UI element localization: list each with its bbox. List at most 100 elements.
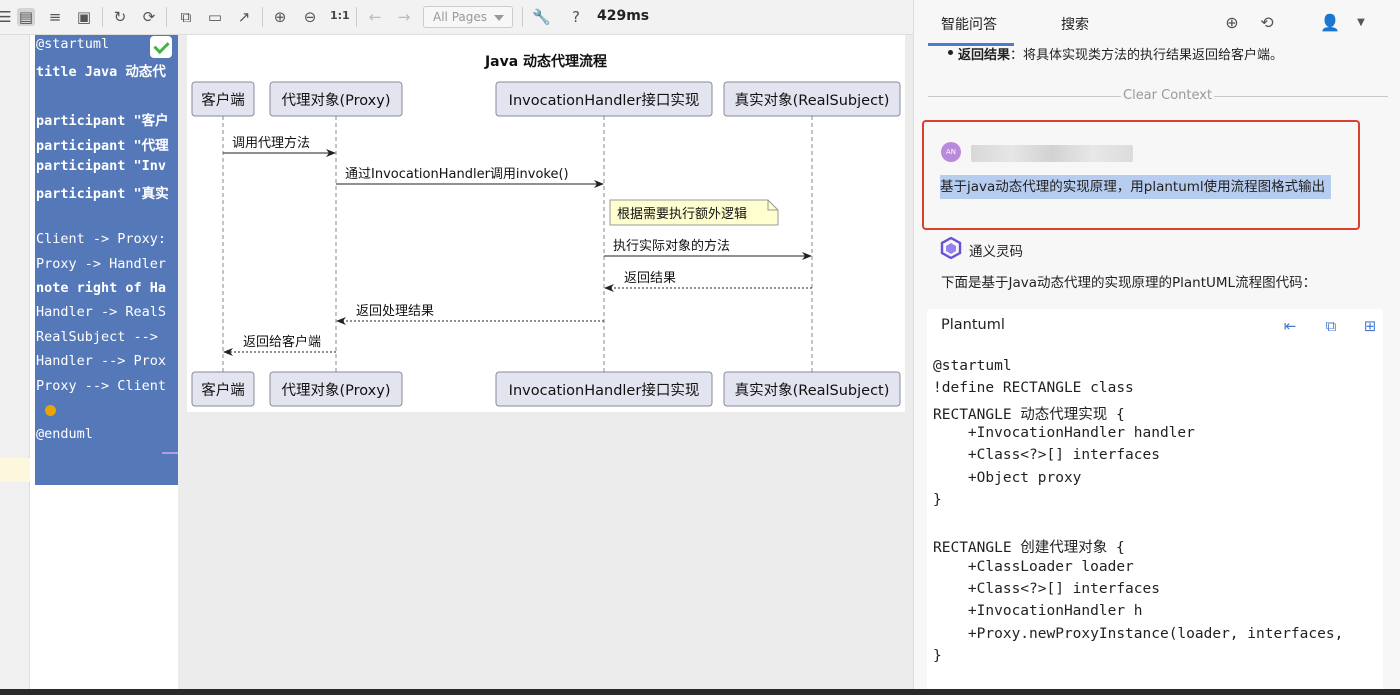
note-text: 根据需要执行额外逻辑 <box>617 207 747 222</box>
participant-label: InvocationHandler接口实现 <box>509 92 700 109</box>
code-line: @startuml <box>933 358 1012 374</box>
editor-line: RealSubject --> <box>36 328 158 345</box>
forward-icon[interactable]: → <box>395 8 413 26</box>
text-view-icon[interactable]: ≡ <box>46 8 64 26</box>
user-icon[interactable]: 👤 <box>1319 12 1341 34</box>
arrow-head <box>604 284 614 292</box>
editor-line: note right of Ha <box>36 280 167 296</box>
editor-line: Proxy -> Handler <box>36 255 167 272</box>
valid-syntax-icon <box>150 36 172 58</box>
chevron-down-icon[interactable]: ▼ <box>1350 12 1372 34</box>
message-label: 调用代理方法 <box>232 135 310 151</box>
editor-line: Client -> Proxy: <box>36 231 167 248</box>
code-line: +Object proxy <box>933 469 1082 486</box>
editor-line: title Java 动态代 <box>36 64 166 81</box>
insert-code-icon[interactable]: ⊞ <box>1361 317 1379 335</box>
actual-size-button[interactable]: 1:1 <box>330 9 350 22</box>
editor-line: participant "Inv <box>36 158 167 174</box>
message-label: 通过InvocationHandler调用invoke() <box>345 167 569 182</box>
toolbar-divider <box>262 7 263 27</box>
assistant-tabs: 智能问答 搜索 ⊕ ⟲ 👤 ▼ <box>914 0 1400 46</box>
participant-label: 代理对象(Proxy) <box>281 92 390 109</box>
assistant-panel: 智能问答 搜索 ⊕ ⟲ 👤 ▼ 返回结果：将具体实现类方法的执行结果返回给客户端… <box>913 0 1400 695</box>
editor-line: participant "真实 <box>36 186 169 203</box>
message-label: 返回结果 <box>624 271 676 286</box>
image-view-icon[interactable]: ▣ <box>75 8 93 26</box>
arrow-head <box>336 317 346 325</box>
code-line: +ClassLoader loader <box>933 558 1134 575</box>
new-chat-icon[interactable]: ⊕ <box>1221 12 1243 34</box>
code-line: +InvocationHandler handler <box>933 424 1195 441</box>
participant-label: 客户端 <box>201 382 245 399</box>
pages-select-value: All Pages <box>433 10 487 24</box>
answer-intro: 下面是基于Java动态代理的实现原理的PlantUML流程图代码： <box>941 275 1317 291</box>
tab-qa[interactable]: 智能问答 <box>941 14 997 34</box>
code-line: RECTANGLE 动态代理实现 { <box>933 406 1125 423</box>
current-line-marker <box>0 458 30 482</box>
editor-line: @startuml <box>36 36 110 52</box>
code-line: +Proxy.newProxyInstance(loader, interfac… <box>933 625 1344 642</box>
editor-line: Proxy --> Client <box>36 377 167 394</box>
clear-context-label: Clear Context <box>1121 88 1215 103</box>
tab-search[interactable]: 搜索 <box>1061 14 1089 34</box>
window-bottom-edge <box>0 689 1400 695</box>
caret-underline <box>162 452 178 454</box>
toolbar-divider <box>522 7 523 27</box>
bullet-text: ：将具体实现类方法的执行结果返回给客户端。 <box>1010 48 1284 63</box>
sync-icon[interactable]: ⟳ <box>140 8 158 26</box>
split-view-icon[interactable]: ▤ <box>17 8 35 26</box>
copy-code-icon[interactable]: ⧉ <box>1322 317 1340 335</box>
code-line: } <box>933 491 942 508</box>
code-line: +InvocationHandler h <box>933 603 1143 620</box>
toolbar-divider <box>102 7 103 27</box>
avatar: AN <box>941 142 961 162</box>
render-timing: 429ms <box>597 8 650 24</box>
code-line: } <box>933 647 942 664</box>
code-line: +Class<?>[] interfaces <box>933 581 1160 597</box>
copy-icon[interactable]: ⧉ <box>177 8 195 26</box>
zoom-out-icon[interactable]: ⊖ <box>301 8 319 26</box>
message-label: 返回给客户端 <box>243 334 321 350</box>
sequence-diagram: Java 动态代理流程 客户端 代理对象(Proxy) InvocationHand… <box>191 53 901 407</box>
user-question: 基于java动态代理的实现原理，用plantuml使用流程图格式输出 <box>940 175 1332 199</box>
code-line: +Class<?>[] interfaces <box>933 447 1160 464</box>
diagram-preview: Java 动态代理流程 客户端 代理对象(Proxy) InvocationHand… <box>178 35 913 695</box>
toolbar-divider <box>356 7 357 27</box>
diagram-title: Java 动态代理流程 <box>484 53 607 70</box>
previous-answer-bullet: 返回结果：将具体实现类方法的执行结果返回给客户端。 <box>948 44 1284 63</box>
message-label: 执行实际对象的方法 <box>613 238 730 254</box>
bulb-icon[interactable] <box>45 405 56 416</box>
save-icon[interactable]: ▭ <box>206 8 224 26</box>
participant-label: 真实对象(RealSubject) <box>735 91 890 109</box>
wrench-icon[interactable]: 🔧 <box>532 8 551 26</box>
export-icon[interactable]: ↗ <box>235 8 253 26</box>
zoom-in-icon[interactable]: ⊕ <box>271 8 289 26</box>
history-icon[interactable]: ⟲ <box>1256 12 1278 34</box>
editor-gutter <box>0 35 30 695</box>
editor-line: @enduml <box>36 426 93 443</box>
tongyi-logo-icon <box>940 237 962 259</box>
list-view-icon[interactable]: ☰ <box>0 8 14 26</box>
participant-label: InvocationHandler接口实现 <box>509 382 700 399</box>
insert-diff-icon[interactable]: ⇤ <box>1281 317 1299 335</box>
refresh-icon[interactable]: ↻ <box>111 8 129 26</box>
code-block: Plantuml ⇤ ⧉ ⊞ @startuml !define RECTANGL… <box>927 309 1383 695</box>
code-editor[interactable]: @startuml title Java 动态代 participant "客户 pa… <box>30 35 178 695</box>
blurred-username <box>971 145 1133 162</box>
chevron-down-icon <box>494 15 504 21</box>
participant-label: 客户端 <box>201 92 245 109</box>
diagram-toolbar: ☰ ▤ ≡ ▣ ↻ ⟳ ⧉ ▭ ↗ ⊕ ⊖ 1:1 ← → All Pages … <box>0 0 913 35</box>
editor-line: participant "客户 <box>36 113 169 130</box>
toolbar-divider <box>166 7 167 27</box>
code-language-label: Plantuml <box>941 317 1005 333</box>
code-line: RECTANGLE 创建代理对象 { <box>933 540 1125 557</box>
clear-context-divider[interactable]: Clear Context <box>928 87 1388 105</box>
note: 根据需要执行额外逻辑 <box>609 199 779 226</box>
back-icon[interactable]: ← <box>366 8 384 26</box>
bot-name: 通义灵码 <box>969 244 1023 260</box>
pages-select[interactable]: All Pages <box>423 6 513 28</box>
help-icon[interactable]: ? <box>567 8 585 26</box>
bullet-dot <box>948 50 953 55</box>
editor-line: Handler -> RealS <box>36 304 167 321</box>
bullet-term: 返回结果 <box>958 48 1011 63</box>
